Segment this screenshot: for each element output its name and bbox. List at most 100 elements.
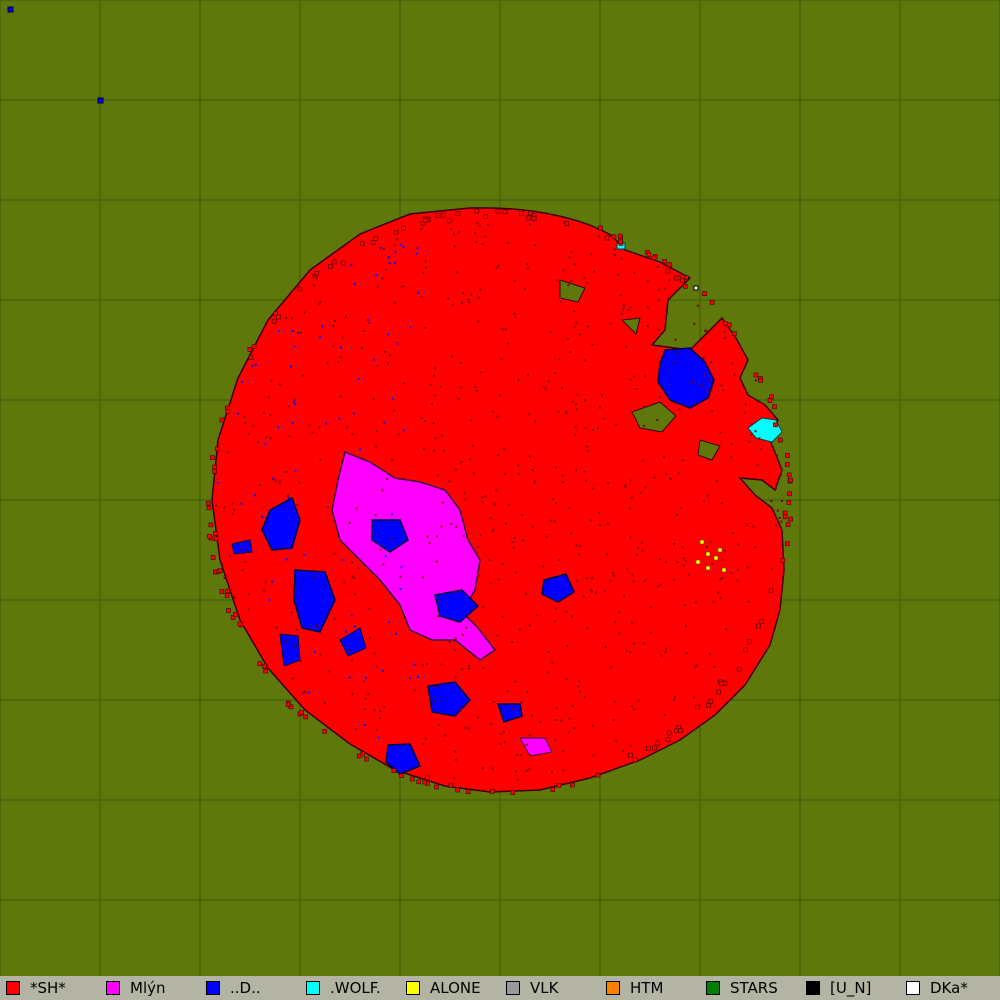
- speckle-dot: [719, 597, 722, 600]
- speckle-dot: [391, 513, 394, 516]
- edge-dot: [257, 661, 263, 667]
- speckle-dot: [393, 243, 396, 246]
- speckle-dot: [710, 410, 713, 413]
- speckle-dot: [351, 561, 354, 564]
- speckle-dot: [400, 755, 403, 758]
- speckle-dot: [424, 326, 427, 329]
- edge-dot: [726, 322, 732, 328]
- speckle-dot: [696, 664, 699, 667]
- speckle-dot: [707, 458, 710, 461]
- edge-dot: [683, 284, 688, 289]
- speckle-dot: [519, 628, 522, 631]
- speckle-dot: [571, 615, 573, 618]
- speckle-dot: [747, 600, 750, 603]
- edge-dot: [206, 505, 212, 511]
- speckle-dot: [254, 363, 257, 366]
- speckle-dot: [458, 231, 461, 234]
- edge-dot: [465, 789, 471, 795]
- speckle-dot: [579, 690, 581, 693]
- edge-dot: [213, 536, 219, 542]
- speckle-dot: [437, 474, 440, 477]
- speckle-dot: [507, 241, 510, 244]
- speckle-dot: [479, 288, 482, 291]
- speckle-dot: [373, 652, 376, 655]
- speckle-dot: [579, 333, 582, 336]
- edge-dot: [360, 241, 365, 246]
- speckle-dot: [351, 693, 354, 696]
- speckle-dot: [467, 727, 470, 730]
- speckle-dot: [381, 277, 384, 280]
- speckle-dot: [756, 464, 759, 467]
- edge-dot: [446, 218, 452, 224]
- speckle-dot: [440, 663, 442, 666]
- speckle-dot: [416, 247, 419, 250]
- legend-item: ALONE: [400, 976, 500, 1000]
- speckle-dot: [641, 459, 644, 462]
- speckle-dot: [417, 291, 420, 294]
- edge-dot: [237, 621, 243, 627]
- speckle-dot: [615, 423, 618, 426]
- speckle-dot: [660, 583, 663, 586]
- speckle-dot: [488, 558, 491, 561]
- speckle-dot: [382, 706, 385, 709]
- speckle-dot: [221, 563, 224, 566]
- speckle-dot: [570, 279, 572, 282]
- alone-dot: [721, 567, 727, 573]
- speckle-dot: [348, 650, 351, 652]
- speckle-dot: [426, 535, 429, 538]
- speckle-dot: [681, 459, 684, 462]
- speckle-dot: [375, 445, 378, 448]
- speckle-dot: [339, 356, 342, 359]
- speckle-dot: [319, 653, 322, 656]
- speckle-dot: [362, 329, 365, 332]
- legend-swatch: [906, 981, 920, 995]
- speckle-dot: [470, 419, 473, 422]
- legend-label: .WOLF.: [330, 979, 381, 997]
- speckle-dot: [487, 224, 490, 227]
- legend-item: STARS: [700, 976, 800, 1000]
- speckle-dot: [216, 482, 219, 485]
- speckle-dot: [528, 455, 531, 458]
- speckle-dot: [639, 492, 642, 495]
- speckle-dot: [438, 599, 441, 602]
- speckle-dot: [643, 642, 646, 645]
- speckle-dot: [355, 507, 358, 510]
- edge-dot: [786, 500, 792, 505]
- speckle-dot: [379, 548, 382, 551]
- edge-dot: [416, 779, 422, 785]
- speckle-dot: [434, 686, 437, 688]
- speckle-dot: [498, 394, 501, 397]
- speckle-dot: [684, 559, 687, 562]
- territory-map[interactable]: [0, 0, 1000, 976]
- speckle-dot: [313, 575, 315, 578]
- speckle-dot: [708, 652, 711, 655]
- edge-dot: [219, 589, 225, 594]
- speckle-dot: [293, 398, 296, 401]
- legend-item: ..D..: [200, 976, 300, 1000]
- speckle-dot: [264, 580, 267, 583]
- speckle-dot: [461, 633, 464, 636]
- speckle-dot: [642, 405, 645, 408]
- edge-dot: [212, 464, 217, 470]
- speckle-dot: [515, 754, 518, 756]
- edge-dot: [556, 782, 562, 788]
- edge-dot: [788, 516, 793, 522]
- speckle-dot: [482, 606, 485, 608]
- speckle-dot: [706, 390, 709, 393]
- speckle-dot: [460, 707, 463, 710]
- speckle-dot: [744, 403, 747, 406]
- speckle-dot: [571, 400, 574, 403]
- speckle-dot: [247, 608, 250, 611]
- speckle-dot: [554, 372, 557, 374]
- speckle-dot: [653, 476, 656, 479]
- speckle-dot: [668, 279, 671, 281]
- speckle-dot: [542, 386, 545, 388]
- speckle-dot: [620, 312, 623, 315]
- speckle-dot: [778, 517, 781, 519]
- speckle-dot: [566, 644, 569, 647]
- speckle-dot: [402, 285, 405, 287]
- speckle-dot: [570, 251, 573, 254]
- edge-dot: [753, 372, 759, 378]
- speckle-dot: [577, 553, 580, 556]
- legend-item: HTM: [600, 976, 700, 1000]
